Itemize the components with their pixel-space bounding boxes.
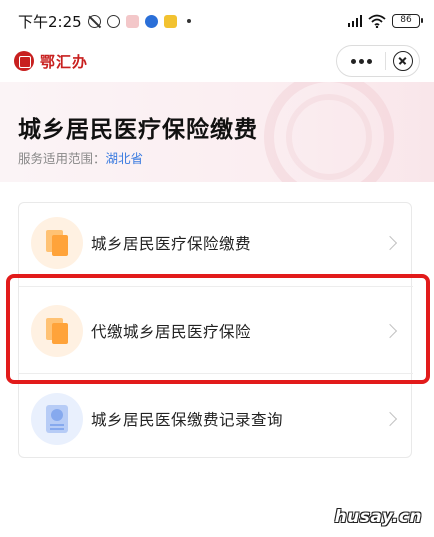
app-notification-icon <box>125 14 139 28</box>
emblem-icon <box>14 51 34 71</box>
app-notification-icon <box>144 14 158 28</box>
service-item-payment[interactable]: 城乡居民医疗保险缴费 <box>19 205 413 281</box>
page-banner: 城乡居民医疗保险缴费 服务适用范围：湖北省 <box>0 82 434 182</box>
service-icon <box>31 393 83 445</box>
status-right: 86 <box>347 14 423 28</box>
chevron-right-icon <box>382 235 398 251</box>
document-blue-icon <box>46 405 68 433</box>
more-button[interactable] <box>337 46 385 76</box>
service-item-payment-records[interactable]: 城乡居民医保缴费记录查询 <box>19 381 413 457</box>
status-time: 下午2:25 <box>18 12 82 31</box>
watermark: husay.cn <box>334 507 422 527</box>
close-button[interactable] <box>386 51 419 71</box>
status-bar: 下午2:25 86 <box>0 0 434 42</box>
mute-icon <box>87 14 101 28</box>
service-scope-value: 湖北省 <box>105 151 144 166</box>
app-notification-icon <box>163 14 177 28</box>
app-logo: 鄂汇办 <box>14 51 88 72</box>
service-icon <box>31 217 83 269</box>
service-item-label: 城乡居民医保缴费记录查询 <box>91 411 284 429</box>
service-scope: 服务适用范围：湖北省 <box>18 148 143 167</box>
banner-emblem-decoration <box>286 94 372 180</box>
alarm-icon <box>106 14 120 28</box>
more-notifications-icon <box>186 19 191 23</box>
miniprogram-capsule <box>336 45 420 77</box>
close-icon <box>392 51 413 71</box>
service-item-label: 城乡居民医疗保险缴费 <box>91 235 252 253</box>
chevron-right-icon <box>382 411 398 427</box>
signal-icon <box>347 15 362 27</box>
battery-icon: 86 <box>392 14 423 28</box>
status-notification-icons <box>87 14 191 28</box>
page-title: 城乡居民医疗保险缴费 <box>18 117 258 143</box>
app-header: 鄂汇办 <box>0 42 434 80</box>
highlight-annotation <box>6 274 430 384</box>
wifi-icon <box>368 14 386 28</box>
service-scope-label: 服务适用范围： <box>18 151 106 166</box>
document-orange-icon <box>46 230 68 256</box>
app-logo-text: 鄂汇办 <box>40 52 89 71</box>
